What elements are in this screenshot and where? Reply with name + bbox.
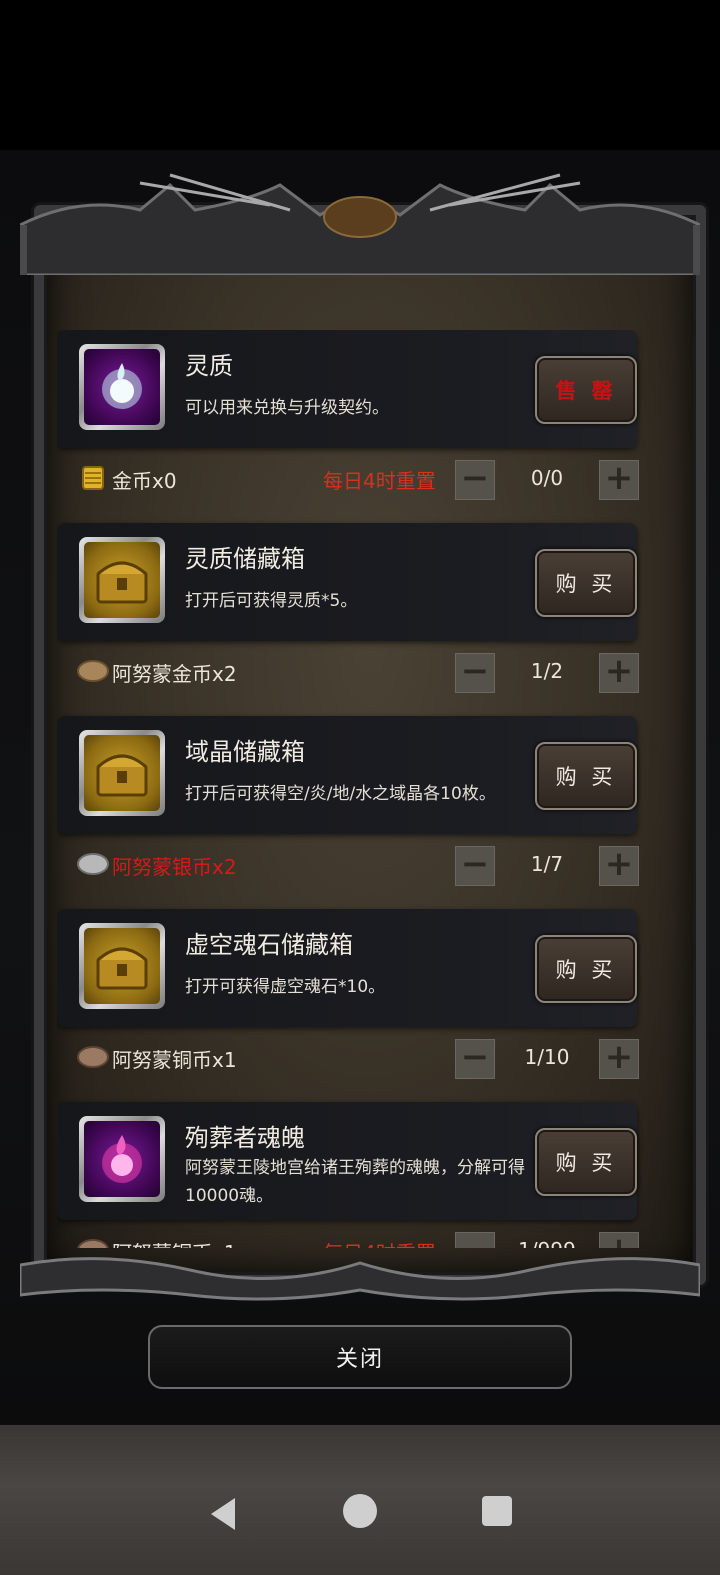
quantity-minus-button[interactable]: − xyxy=(455,460,495,500)
anumon-copper-coin-icon xyxy=(77,1239,109,1248)
daily-reset-note: 每日4时重置 xyxy=(323,1237,436,1248)
anumon-copper-coin-icon xyxy=(77,1046,109,1068)
item-purchase-row: 阿努蒙银币x2 − 1/7 + xyxy=(77,844,647,888)
quantity-plus-button[interactable]: + xyxy=(599,460,639,500)
item-card: 虚空魂石储藏箱 打开可获得虚空魂石*10。 购 买 xyxy=(57,909,637,1027)
quantity-plus-button[interactable]: + xyxy=(599,1232,639,1248)
anumon-silver-coin-icon xyxy=(77,853,109,875)
shop-item: 殉葬者魂魄 阿努蒙王陵地宫给诸王殉葬的魂魄，分解可得10000魂。 购 买 阿努… xyxy=(57,1102,647,1248)
item-purchase-row: 金币x0 每日4时重置 − 0/0 + xyxy=(77,458,647,502)
item-name: 灵质储藏箱 xyxy=(185,545,305,573)
treasure-chest-icon xyxy=(84,542,160,618)
item-description: 可以用来兑换与升级契约。 xyxy=(185,398,389,418)
pink-soul-orb-icon xyxy=(84,1121,160,1197)
quantity-value: 1/7 xyxy=(530,852,564,876)
treasure-chest-icon xyxy=(84,735,160,811)
item-name: 灵质 xyxy=(185,352,233,380)
anumon-gold-coin-icon xyxy=(77,660,109,682)
shop-item: 域晶储藏箱 打开后可获得空/炎/地/水之域晶各10枚。 购 买 阿努蒙银币x2 … xyxy=(57,716,647,909)
dragon-ornament-bottom xyxy=(20,1257,700,1301)
quantity-value: 0/0 xyxy=(530,466,564,490)
item-purchase-row: 阿努蒙铜币x1 每日4时重置 − 1/999 + xyxy=(77,1230,647,1248)
shop-item: 灵质储藏箱 打开后可获得灵质*5。 购 买 阿努蒙金币x2 − 1/2 + xyxy=(57,523,647,716)
close-button[interactable]: 关闭 xyxy=(148,1325,572,1389)
sold-out-button[interactable]: 售 罄 xyxy=(535,356,637,424)
buy-button[interactable]: 购 买 xyxy=(535,935,637,1003)
item-icon-frame[interactable] xyxy=(79,923,165,1009)
daily-reset-note: 每日4时重置 xyxy=(323,469,436,493)
shop-item-list[interactable]: 灵质 可以用来兑换与升级契约。 售 罄 金币x0 每日4时重置 − 0/0 + … xyxy=(57,330,647,1248)
quantity-value: 1/10 xyxy=(524,1045,570,1069)
quantity-minus-button[interactable]: − xyxy=(455,846,495,886)
item-description: 阿努蒙王陵地宫给诸王殉葬的魂魄，分解可得10000魂。 xyxy=(185,1158,525,1206)
gold-coin-stack-icon xyxy=(82,466,104,490)
item-icon-frame[interactable] xyxy=(79,344,165,430)
dragon-ornament-top xyxy=(20,173,700,275)
item-cost: 阿努蒙铜币x1 xyxy=(112,1048,237,1072)
treasure-chest-icon xyxy=(84,928,160,1004)
quantity-minus-button[interactable]: − xyxy=(455,1232,495,1248)
item-card: 殉葬者魂魄 阿努蒙王陵地宫给诸王殉葬的魂魄，分解可得10000魂。 购 买 xyxy=(57,1102,637,1220)
quantity-value: 1/2 xyxy=(530,659,564,683)
quantity-plus-button[interactable]: + xyxy=(599,846,639,886)
shop-item: 灵质 可以用来兑换与升级契约。 售 罄 金币x0 每日4时重置 − 0/0 + xyxy=(57,330,647,523)
item-icon-frame[interactable] xyxy=(79,1116,165,1202)
quantity-plus-button[interactable]: + xyxy=(599,653,639,693)
item-name: 域晶储藏箱 xyxy=(185,738,305,766)
item-cost: 阿努蒙金币x2 xyxy=(112,662,237,686)
shop-item: 虚空魂石储藏箱 打开可获得虚空魂石*10。 购 买 阿努蒙铜币x1 − 1/10… xyxy=(57,909,647,1102)
item-card: 灵质 可以用来兑换与升级契约。 售 罄 xyxy=(57,330,637,448)
home-circle-icon[interactable] xyxy=(343,1494,377,1528)
item-description: 打开可获得虚空魂石*10。 xyxy=(185,977,386,997)
back-triangle-icon[interactable] xyxy=(207,1496,237,1532)
item-purchase-row: 阿努蒙铜币x1 − 1/10 + xyxy=(77,1037,647,1081)
item-icon-frame[interactable] xyxy=(79,537,165,623)
item-card: 灵质储藏箱 打开后可获得灵质*5。 购 买 xyxy=(57,523,637,641)
item-name: 虚空魂石储藏箱 xyxy=(185,931,353,959)
item-purchase-row: 阿努蒙金币x2 − 1/2 + xyxy=(77,651,647,695)
quantity-minus-button[interactable]: − xyxy=(455,653,495,693)
recents-square-icon[interactable] xyxy=(482,1496,512,1526)
item-name: 殉葬者魂魄 xyxy=(185,1124,305,1152)
quantity-plus-button[interactable]: + xyxy=(599,1039,639,1079)
item-cost: 金币x0 xyxy=(112,469,177,493)
quantity-value: 1/999 xyxy=(497,1238,597,1248)
quantity-minus-button[interactable]: − xyxy=(455,1039,495,1079)
buy-button[interactable]: 购 买 xyxy=(535,549,637,617)
item-description: 打开后可获得空/炎/地/水之域晶各10枚。 xyxy=(185,784,496,804)
item-cost: 阿努蒙铜币x1 xyxy=(112,1237,237,1248)
item-description: 打开后可获得灵质*5。 xyxy=(185,591,358,611)
item-card: 域晶储藏箱 打开后可获得空/炎/地/水之域晶各10枚。 购 买 xyxy=(57,716,637,834)
item-cost: 阿努蒙银币x2 xyxy=(112,855,237,879)
buy-button[interactable]: 购 买 xyxy=(535,742,637,810)
status-bar-area xyxy=(0,0,720,150)
spirit-orb-icon xyxy=(84,349,160,425)
item-icon-frame[interactable] xyxy=(79,730,165,816)
buy-button[interactable]: 购 买 xyxy=(535,1128,637,1196)
